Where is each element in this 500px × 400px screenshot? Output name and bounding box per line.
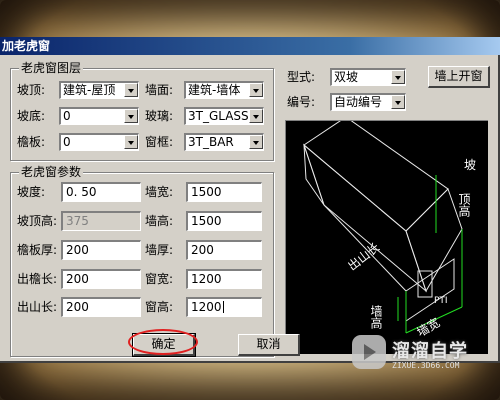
dormer-window-dialog: 加老虎窗 老虎窗图层 坡顶: 建筑-屋顶 墙面: 建筑-墙体 坡底: 0 玻璃:… [0,37,500,363]
gable-overhang-label: 出山长: [17,300,58,314]
eave-board-layer-select[interactable]: 0 [59,133,139,151]
roof-top-label: 坡顶: [17,83,46,97]
play-logo-icon [352,335,386,369]
dormer-preview: 坡 顶高 出山长 墙高 墙宽 PTI [285,116,488,354]
window-height-input[interactable]: 1200 [186,297,262,317]
ridge-height-input: 375 [61,211,141,231]
window-width-label: 窗宽: [145,272,174,286]
chevron-down-icon[interactable] [249,135,263,149]
dormer-diagram: 坡 顶高 出山长 墙高 墙宽 PTI [302,116,476,340]
window-width-input[interactable]: 1200 [186,269,262,289]
chevron-down-icon[interactable] [124,135,138,149]
watermark-title: 溜溜自学 [392,341,468,362]
roof-bottom-layer-select[interactable]: 0 [59,107,139,125]
preview-top-height-label: 顶高 [457,193,471,218]
number-label: 编号: [287,95,316,109]
window-height-label: 窗高: [145,300,174,314]
slope-input[interactable]: 0. 50 [61,182,141,202]
layers-group-title: 老虎窗图层 [19,61,84,75]
wall-face-layer-select[interactable]: 建筑-墙体 [184,81,264,99]
wall-height-input[interactable]: 1500 [186,211,262,231]
params-group-title: 老虎窗参数 [19,165,84,179]
wall-width-input[interactable]: 1500 [186,182,262,202]
params-group: 老虎窗参数 坡度: 0. 50 墙宽: 1500 坡顶高: 375 墙高: 15… [10,165,274,357]
wall-top-window-button[interactable]: 墙上开窗 [428,66,490,88]
ridge-height-label: 坡顶高: [17,214,58,228]
wall-thickness-input[interactable]: 200 [186,240,262,260]
number-select[interactable]: 自动编号 [330,93,406,111]
wall-width-label: 墙宽: [145,185,174,199]
preview-overhang-label: 出山长 [345,240,382,273]
dialog-title: 加老虎窗 [2,39,51,53]
preview-wall-height-label: 墙高 [369,305,383,330]
wall-thickness-label: 墙厚: [145,243,174,257]
dialog-title-bar[interactable]: 加老虎窗 [0,37,500,55]
cancel-button[interactable]: 取消 [238,334,300,356]
window-height-value: 1200 [191,300,222,314]
chevron-down-icon[interactable] [249,83,263,97]
chevron-down-icon[interactable] [249,109,263,123]
watermark: 溜溜自学 ZIXUE.3D66.COM [352,335,472,381]
preview-slope-label: 坡 [464,158,476,172]
chevron-down-icon[interactable] [124,83,138,97]
window-frame-layer-select[interactable]: 3T_BAR [184,133,264,151]
window-frame-label: 窗框: [145,135,174,149]
roof-panel-left [302,143,428,293]
style-select[interactable]: 双坡 [330,68,406,86]
highlight-ellipse [128,329,198,355]
eave-thickness-label: 檐板厚: [17,243,58,257]
gable-overhang-input[interactable]: 200 [61,297,141,317]
gable-wall [405,258,455,322]
roof-top-layer-select[interactable]: 建筑-屋顶 [59,81,139,99]
eave-thickness-input[interactable]: 200 [61,240,141,260]
wall-height-label: 墙高: [145,214,174,228]
wall-face-label: 墙面: [145,83,174,97]
chevron-down-icon[interactable] [391,70,405,84]
eave-overhang-input[interactable]: 200 [61,269,141,289]
glass-label: 玻璃: [145,109,174,123]
slope-label: 坡度: [17,185,46,199]
chevron-down-icon[interactable] [124,109,138,123]
glass-layer-select[interactable]: 3T_GLASS [184,107,264,125]
eave-overhang-label: 出檐长: [17,272,58,286]
preview-window-label: PTI [434,296,448,306]
roof-ridge [303,116,449,232]
style-label: 型式: [287,70,316,84]
eave-board-label: 檐板: [17,135,46,149]
layers-group: 老虎窗图层 坡顶: 建筑-屋顶 墙面: 建筑-墙体 坡底: 0 玻璃: 3T_G… [10,61,274,161]
text-caret [222,301,224,313]
chevron-down-icon[interactable] [391,95,405,109]
watermark-url: ZIXUE.3D66.COM [392,361,460,370]
roof-bottom-label: 坡底: [17,109,46,123]
